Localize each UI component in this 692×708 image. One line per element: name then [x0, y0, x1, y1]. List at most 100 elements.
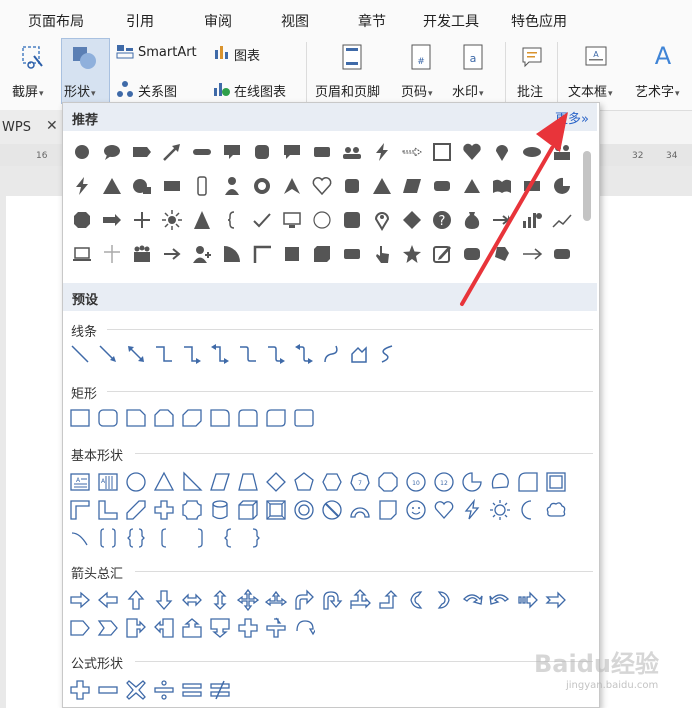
donut-shape[interactable] [291, 497, 317, 523]
watermark-button[interactable]: 水印▾ [452, 81, 484, 100]
frame-shape[interactable] [543, 469, 569, 495]
curved-arrow-shape[interactable] [263, 341, 289, 367]
striped-right-arrow-shape[interactable] [515, 587, 541, 613]
round-corner-rect-shape[interactable] [207, 405, 233, 431]
tab-chapter[interactable]: 章节 [358, 11, 386, 31]
round-two-corner-rect-shape[interactable] [235, 405, 261, 431]
curved-down-arrow-shape[interactable] [487, 587, 513, 613]
plus-sign-shape[interactable] [67, 677, 93, 703]
snip-corner-rect-shape[interactable] [123, 405, 149, 431]
lightning-bolt-shape[interactable] [459, 497, 485, 523]
right-block-arrow-shape[interactable] [67, 587, 93, 613]
curve-shape[interactable] [319, 341, 345, 367]
folded-square-shape[interactable] [309, 241, 335, 267]
pentagon-arrow-shape[interactable] [67, 615, 93, 641]
pentagon-shape[interactable] [291, 469, 317, 495]
circle-outline-shape[interactable] [309, 207, 335, 233]
edit-box-shape[interactable] [429, 241, 455, 267]
elbow-connector-shape[interactable] [151, 341, 177, 367]
screenshot-icon[interactable] [20, 44, 46, 70]
can-shape[interactable] [207, 497, 233, 523]
rectangle-shape[interactable] [159, 173, 185, 199]
rounded-square-2-shape[interactable] [339, 173, 365, 199]
triangle-shape[interactable] [99, 173, 125, 199]
arrow-line-shape[interactable] [95, 341, 121, 367]
right-arrow-shape[interactable] [99, 207, 125, 233]
monitor-shape[interactable] [279, 207, 305, 233]
dodecagon-shape[interactable]: 12 [431, 469, 457, 495]
up-block-arrow-shape[interactable] [123, 587, 149, 613]
diagonal-arrow-shape[interactable] [159, 139, 185, 165]
sun-shape[interactable] [159, 207, 185, 233]
snip-diagonal-rect-shape[interactable] [179, 405, 205, 431]
parallelogram-shape[interactable] [207, 469, 233, 495]
circular-arrow-shape[interactable] [291, 615, 317, 641]
page-number-button[interactable]: 页码▾ [401, 81, 433, 100]
textbox-button[interactable]: 文本框▾ [568, 81, 613, 100]
tab-view[interactable]: 视图 [281, 11, 309, 31]
heart-shape[interactable] [431, 497, 457, 523]
multiply-sign-shape[interactable] [123, 677, 149, 703]
comment-button[interactable]: 批注 [517, 81, 543, 100]
heptagon-shape[interactable]: 7 [347, 469, 373, 495]
left-bracket-shape[interactable] [151, 525, 177, 551]
callout-bubble-shape[interactable] [279, 139, 305, 165]
location-pin-shape[interactable] [369, 207, 395, 233]
navigation-arrow-shape[interactable] [279, 173, 305, 199]
phone-shape[interactable] [189, 173, 215, 199]
curved-double-arrow-shape[interactable] [291, 341, 317, 367]
pie-shape[interactable] [459, 469, 485, 495]
relation-chart-button[interactable]: 关系图 [138, 81, 177, 100]
bent-up-arrow-shape[interactable] [375, 587, 401, 613]
chevron-arrow-shape[interactable] [95, 615, 121, 641]
quarter-circle-shape[interactable] [219, 241, 245, 267]
left-arrow-callout-shape[interactable] [151, 615, 177, 641]
l-shape-shape[interactable] [95, 497, 121, 523]
online-chart-button[interactable]: 在线图表 [234, 81, 286, 100]
tall-triangle-shape[interactable] [189, 207, 215, 233]
dashed-arrow-shape[interactable] [399, 139, 425, 165]
diamond-shape[interactable] [399, 207, 425, 233]
ring-shape[interactable] [249, 173, 275, 199]
curved-right-arrow-shape[interactable] [403, 587, 429, 613]
bent-arrow-shape[interactable] [291, 587, 317, 613]
arc-shape[interactable] [67, 525, 93, 551]
square-shape[interactable] [279, 241, 305, 267]
question-circle-shape[interactable]: ? [429, 207, 455, 233]
wordart-icon[interactable]: A [650, 42, 676, 70]
tab-developer[interactable]: 开发工具 [423, 11, 479, 31]
octagon-shape[interactable] [69, 207, 95, 233]
quad-arrow-callout-shape[interactable] [235, 615, 261, 641]
no-symbol-shape[interactable] [319, 497, 345, 523]
tab-references[interactable]: 引用 [126, 11, 154, 31]
crosshair-shape[interactable] [99, 241, 125, 267]
chord-shape[interactable] [487, 469, 513, 495]
smiley-face-shape[interactable] [403, 497, 429, 523]
oval-shape[interactable] [123, 469, 149, 495]
left-right-arrow-shape[interactable] [179, 587, 205, 613]
cube-shape[interactable] [235, 497, 261, 523]
divide-sign-shape[interactable] [151, 677, 177, 703]
tab-features[interactable]: 特色应用 [511, 11, 567, 31]
tab-page-layout[interactable]: 页面布局 [28, 11, 84, 31]
u-turn-arrow-shape[interactable] [319, 587, 345, 613]
speech-bubble-oval-shape[interactable] [99, 139, 125, 165]
bevel-shape[interactable] [263, 497, 289, 523]
elbow-double-arrow-shape[interactable] [207, 341, 233, 367]
rounded-rect-2-shape[interactable] [429, 173, 455, 199]
quad-arrow-shape[interactable] [235, 587, 261, 613]
checkmark-shape[interactable] [249, 207, 275, 233]
curved-up-arrow-shape[interactable] [459, 587, 485, 613]
double-bracket-shape[interactable] [95, 525, 121, 551]
add-user-shape[interactable] [189, 241, 215, 267]
decagon-shape[interactable]: 10 [403, 469, 429, 495]
tab-review[interactable]: 审阅 [204, 11, 232, 31]
text-box-v-shape[interactable]: A [95, 469, 121, 495]
corner-shape[interactable] [249, 241, 275, 267]
smartart-button[interactable]: SmartArt [138, 45, 197, 60]
watermark-icon[interactable]: a [462, 44, 484, 70]
elbow-arrow-shape[interactable] [179, 341, 205, 367]
up-down-arrow-shape[interactable] [207, 587, 233, 613]
rounded-square-shape[interactable] [249, 139, 275, 165]
left-brace-shape[interactable] [219, 207, 245, 233]
